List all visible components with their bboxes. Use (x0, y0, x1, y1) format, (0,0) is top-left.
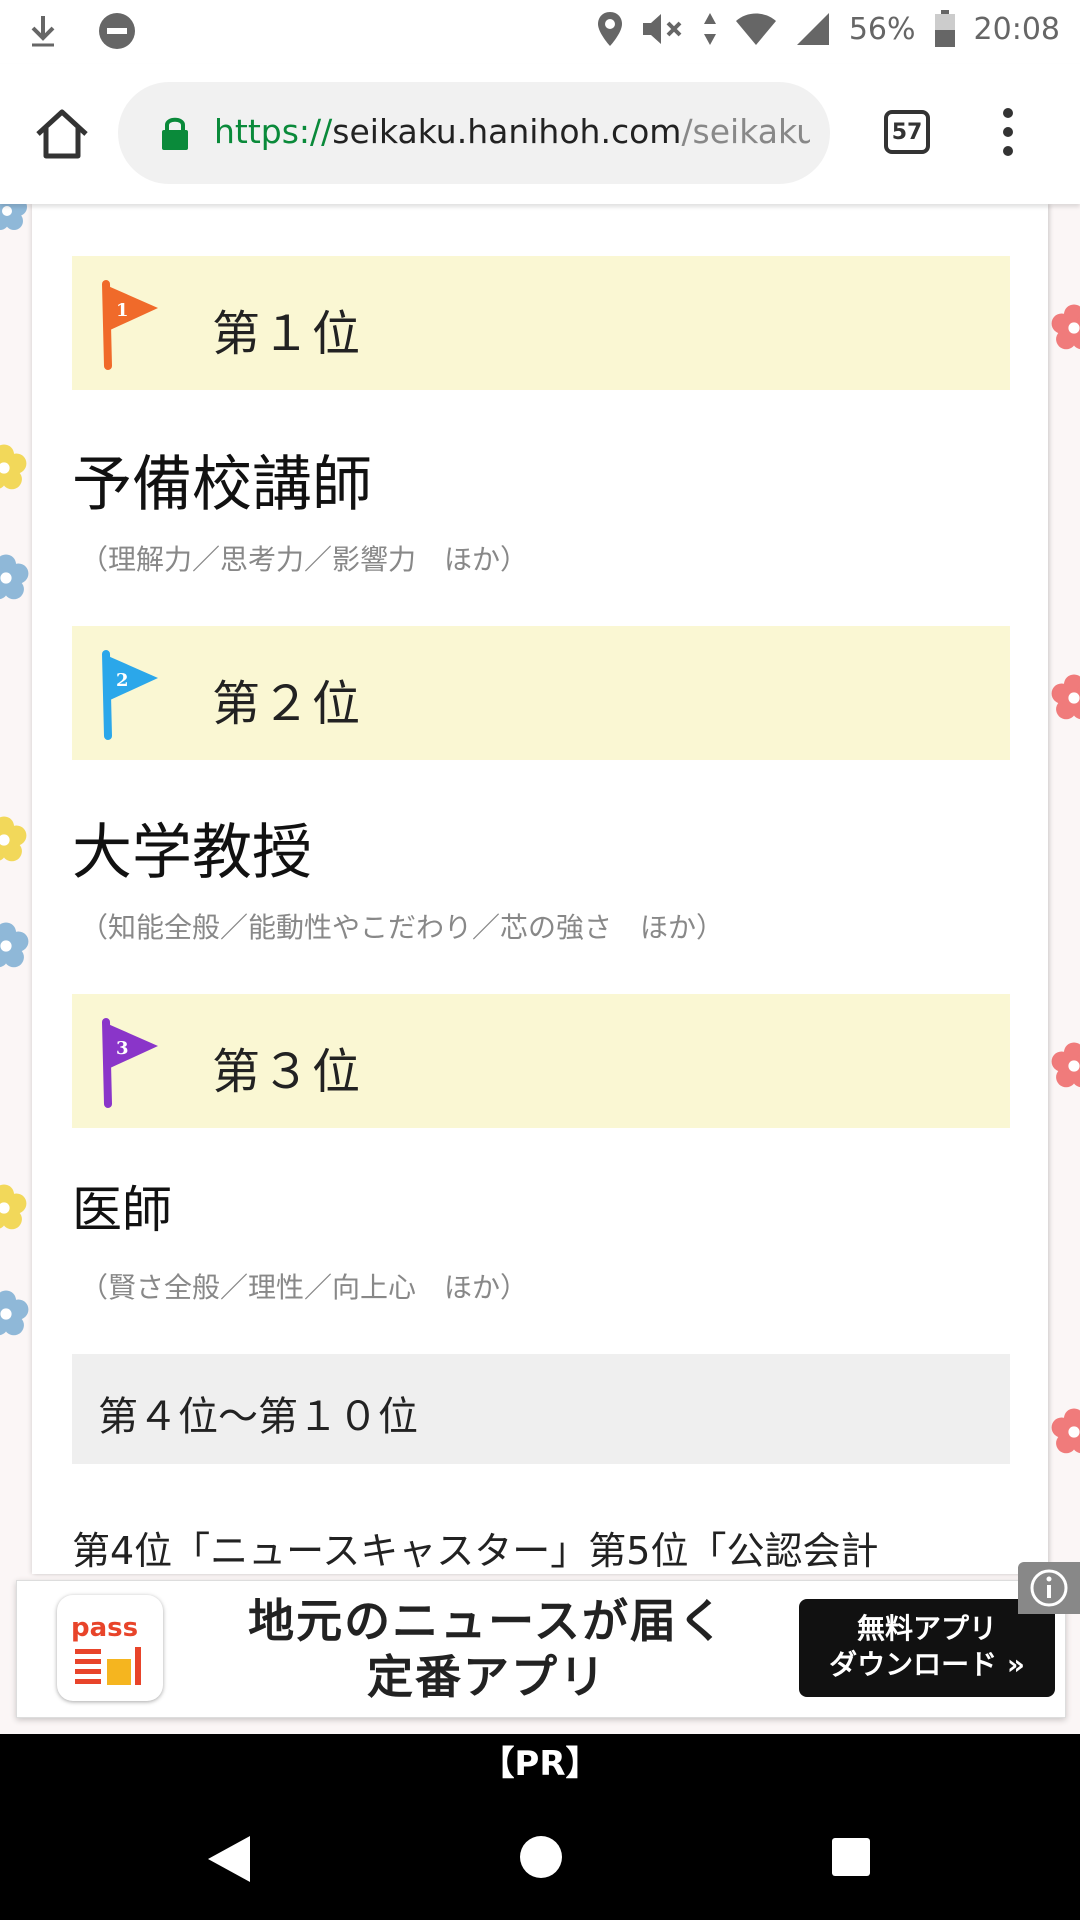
url-bar[interactable]: https://seikaku.hanihoh.com/seikaku3 (118, 82, 830, 184)
flag-1-icon: 1 (102, 280, 158, 370)
rank-2-traits: （知能全般／能動性やこだわり／芯の強さ ほか） (80, 911, 725, 944)
rank-1-header: 1 第１位 (72, 256, 1010, 390)
rank-1-job: 予備校講師 (72, 450, 372, 520)
flower-decoration-icon (1051, 1042, 1080, 1088)
lock-icon (160, 115, 190, 155)
url-text[interactable]: https://seikaku.hanihoh.com/seikaku3 (214, 108, 810, 156)
ad-headline-line2: 定番アプリ (367, 1650, 607, 1704)
system-navigation-bar (0, 1794, 1080, 1920)
flag-2-icon: 2 (102, 650, 158, 740)
ad-download-button[interactable]: 無料アプリ ダウンロード » (799, 1599, 1055, 1697)
newspaper-icon (75, 1647, 141, 1685)
battery-icon (934, 10, 956, 48)
rank-2-label: 第２位 (212, 676, 363, 732)
url-path: /seikaku3 (681, 112, 810, 151)
wifi-icon (735, 12, 777, 46)
browser-toolbar: https://seikaku.hanihoh.com/seikaku3 57 (0, 64, 1080, 204)
flag-2-number: 2 (116, 670, 129, 691)
ad-logo-text: pass (71, 1613, 139, 1643)
location-icon (597, 11, 623, 47)
ad-info-button[interactable] (1018, 1562, 1080, 1614)
home-nav-button[interactable] (520, 1836, 562, 1878)
ad-headline: 地元のニュースが届く 定番アプリ (197, 1593, 777, 1705)
pr-label: 【PR】 (0, 1734, 1080, 1794)
flower-decoration-icon (0, 554, 29, 600)
signal-icon (795, 12, 831, 46)
flower-decoration-icon (0, 444, 27, 490)
status-bar: 56% 20:08 (0, 0, 1080, 64)
flag-3-icon: 3 (102, 1018, 158, 1108)
rank-2-job: 大学教授 (72, 818, 312, 888)
ad-banner[interactable]: pass 地元のニュースが届く 定番アプリ 無料アプリ ダウンロード » (16, 1580, 1066, 1718)
menu-dot-icon (1003, 108, 1013, 118)
url-scheme: https:// (214, 112, 333, 151)
flag-1-number: 1 (116, 300, 129, 321)
flower-decoration-icon (1051, 304, 1080, 350)
url-host: seikaku.hanihoh.com (332, 112, 682, 151)
rank-2-header: 2 第２位 (72, 626, 1010, 760)
flower-decoration-icon (0, 922, 29, 968)
menu-dot-icon (1003, 127, 1013, 137)
rank-3-label: 第３位 (212, 1044, 363, 1100)
rank-1-label: 第１位 (212, 306, 363, 362)
flower-decoration-icon (0, 1290, 29, 1336)
ad-app-logo: pass (57, 1595, 163, 1701)
ad-cta-line2: ダウンロード » (829, 1648, 1025, 1681)
flower-decoration-icon (0, 1184, 27, 1230)
rank-3-header: 3 第３位 (72, 994, 1010, 1128)
article-content: 1 第１位 予備校講師 （理解力／思考力／影響力 ほか） 2 第２位 大学教授 … (32, 204, 1048, 1574)
clock: 20:08 (973, 11, 1060, 47)
menu-dot-icon (1003, 146, 1013, 156)
flower-decoration-icon (0, 204, 27, 230)
flower-decoration-icon (1051, 1408, 1080, 1454)
rank-4-10-header: 第４位〜第１０位 (72, 1354, 1010, 1464)
overflow-menu-button[interactable] (996, 108, 1020, 162)
info-icon (1030, 1569, 1068, 1607)
ad-cta-line1: 無料アプリ (856, 1612, 997, 1645)
rank-4-10-text: 第4位「ニュースキャスター」第5位「公認会計 (72, 1529, 879, 1573)
tab-switcher-button[interactable]: 57 (884, 110, 930, 154)
home-icon (36, 109, 88, 159)
home-button[interactable] (32, 104, 92, 164)
rank-1-traits: （理解力／思考力／影響力 ほか） (80, 543, 529, 576)
flower-decoration-icon (0, 816, 27, 862)
back-button[interactable] (206, 1834, 252, 1884)
rank-3-traits: （賢さ全般／理性／向上心 ほか） (80, 1271, 529, 1304)
flag-3-number: 3 (116, 1038, 129, 1059)
data-arrows-icon (703, 12, 717, 46)
recent-apps-button[interactable] (832, 1838, 870, 1876)
mute-icon (641, 12, 685, 46)
rank-4-10-heading: 第４位〜第１０位 (98, 1394, 418, 1440)
do-not-disturb-icon (98, 12, 136, 50)
flower-decoration-icon (1051, 674, 1080, 720)
rank-3-job: 医師 (72, 1181, 172, 1239)
battery-percent: 56% (848, 11, 916, 47)
download-icon (28, 14, 58, 48)
ad-headline-line1: 地元のニュースが届く (248, 1594, 726, 1648)
